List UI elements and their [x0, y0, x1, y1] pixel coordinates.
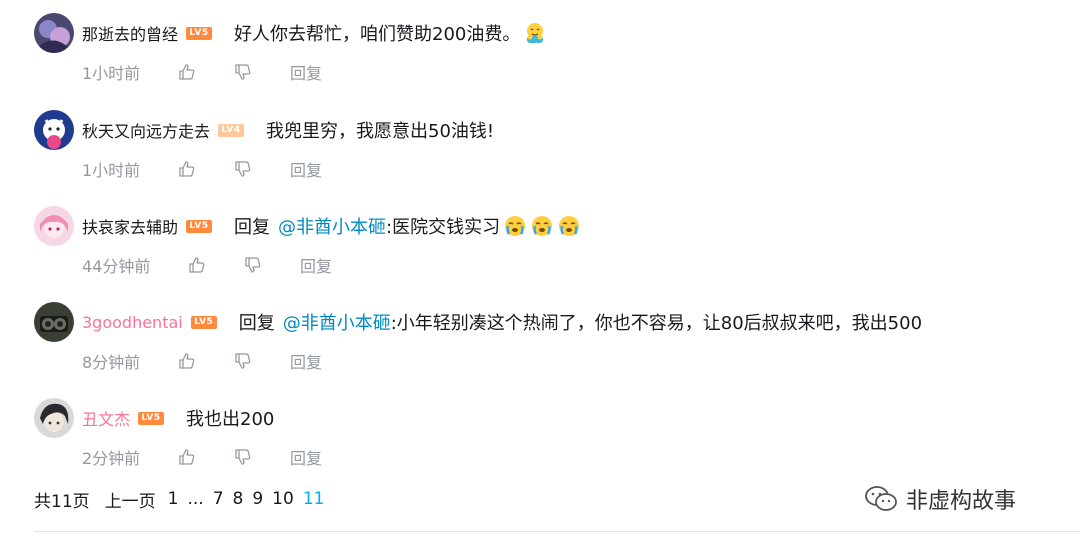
level-badge: LV4 — [218, 123, 245, 137]
thumbs-up-icon — [179, 161, 195, 177]
crying-emoji — [530, 214, 554, 238]
reply-button[interactable]: 回复 — [290, 445, 322, 469]
reply-prefix: 回复 — [238, 313, 275, 334]
comment-text: :小年轻别凑这个热闹了，你也不容易，让80后叔叔来吧，我出500 — [390, 313, 923, 334]
username[interactable]: 丑文杰 — [82, 406, 130, 430]
current-page[interactable]: 11 — [303, 489, 325, 509]
comment-time: 1小时前 — [82, 161, 141, 180]
avatar[interactable] — [34, 13, 74, 53]
avatar[interactable] — [34, 206, 74, 246]
like-button[interactable] — [188, 256, 206, 274]
dislike-button[interactable] — [234, 448, 252, 466]
thumbs-down-icon — [235, 353, 251, 369]
crying-emoji — [503, 214, 527, 238]
watermark: 非虚构故事 — [864, 483, 1016, 515]
mention-link[interactable]: @非酋小本砸 — [278, 213, 386, 239]
thumbs-up-icon — [179, 449, 195, 465]
page-total: 共11页 — [34, 491, 90, 512]
thumbs-up-icon — [179, 64, 195, 80]
level-badge: LV5 — [186, 26, 213, 40]
watermark-text: 非虚构故事 — [906, 489, 1017, 514]
like-button[interactable] — [178, 352, 196, 370]
thumbs-down-icon — [235, 64, 251, 80]
like-button[interactable] — [178, 160, 196, 178]
page-link[interactable]: 8 — [233, 489, 244, 509]
dislike-button[interactable] — [244, 256, 262, 274]
thumbs-down-icon — [245, 257, 261, 273]
comment-time: 1小时前 — [82, 64, 141, 83]
reply-button[interactable]: 回复 — [300, 253, 332, 277]
page-link[interactable]: 1 — [168, 489, 179, 509]
username[interactable]: 那逝去的曾经 — [82, 21, 178, 45]
username[interactable]: 扶哀家去辅助 — [82, 214, 178, 238]
divider — [34, 531, 1080, 532]
comment-time: 2分钟前 — [82, 449, 141, 468]
comment-item: 扶哀家去辅助 LV5 回复 @非酋小本砸 :医院交钱实习 44分钟前 回复 — [34, 206, 1080, 302]
comment-text: 我兜里穷，我愿意出50油钱! — [266, 121, 495, 142]
comment-time: 8分钟前 — [82, 353, 141, 372]
page-link[interactable]: 7 — [213, 489, 224, 509]
comment-time: 44分钟前 — [82, 257, 151, 276]
level-badge: LV5 — [138, 411, 165, 425]
comment-text: :医院交钱实习 — [386, 217, 501, 238]
level-badge: LV5 — [190, 315, 217, 329]
crying-emoji — [557, 214, 581, 238]
prev-page-button[interactable]: 上一页 — [105, 487, 156, 512]
mention-link[interactable]: @非酋小本砸 — [283, 309, 391, 335]
avatar[interactable] — [34, 110, 74, 150]
comment-item: 丑文杰 LV5 我也出200 2分钟前 回复 — [34, 398, 1080, 494]
reply-button[interactable]: 回复 — [290, 157, 322, 181]
dislike-button[interactable] — [234, 160, 252, 178]
comment-item: 3goodhentai LV5 回复 @非酋小本砸 :小年轻别凑这个热闹了，你也… — [34, 302, 1080, 398]
page-link[interactable]: 10 — [272, 489, 294, 509]
username[interactable]: 秋天又向远方走去 — [82, 118, 210, 142]
reply-button[interactable]: 回复 — [290, 60, 322, 84]
dislike-button[interactable] — [234, 63, 252, 81]
thumbs-down-icon — [235, 161, 251, 177]
thumbs-down-icon — [235, 449, 251, 465]
level-badge: LV5 — [186, 219, 213, 233]
pagination: 共11页 上一页 1 ... 7 8 9 10 11 — [34, 486, 333, 512]
comment-item: 秋天又向远方走去 LV4 我兜里穷，我愿意出50油钱! 1小时前 回复 — [34, 110, 1080, 206]
wechat-icon — [865, 486, 897, 511]
page-ellipsis: ... — [187, 489, 204, 509]
page-link[interactable]: 9 — [252, 489, 263, 509]
avatar[interactable] — [34, 398, 74, 438]
dislike-button[interactable] — [234, 352, 252, 370]
like-button[interactable] — [178, 448, 196, 466]
username[interactable]: 3goodhentai — [82, 313, 183, 332]
comment-text: 好人你去帮忙，咱们赞助200油费。 — [234, 24, 521, 45]
reply-button[interactable]: 回复 — [290, 349, 322, 373]
comment-text: 我也出200 — [186, 409, 275, 430]
thumbs-up-icon — [179, 353, 195, 369]
hug-emoji — [523, 21, 547, 45]
avatar[interactable] — [34, 302, 74, 342]
thumbs-up-icon — [189, 257, 205, 273]
comment-item: 那逝去的曾经 LV5 好人你去帮忙，咱们赞助200油费。 1小时前 回复 — [34, 13, 1080, 109]
like-button[interactable] — [178, 63, 196, 81]
reply-prefix: 回复 — [234, 217, 271, 238]
